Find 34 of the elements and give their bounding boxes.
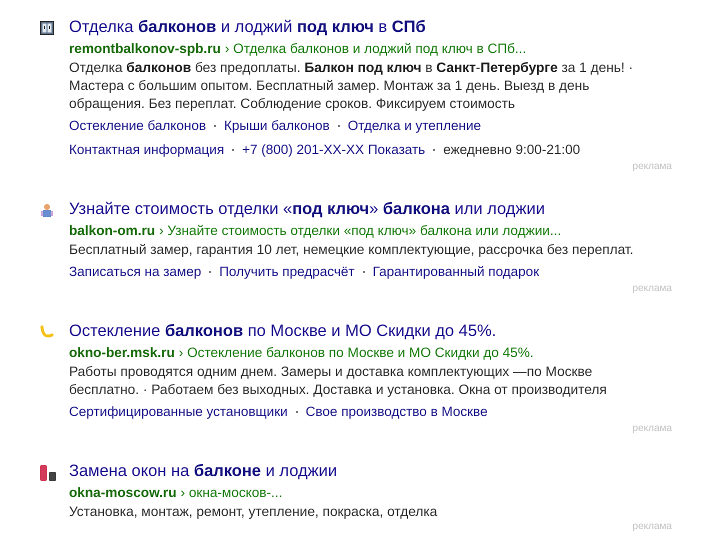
ad-description: Установка, монтаж, ремонт, утепление, покраска, отделка xyxy=(69,503,438,521)
path-link[interactable]: › Узнайте стоимость отделки «под ключ» балкона или лоджии... xyxy=(159,221,562,240)
domain-link[interactable]: okno-ber.msk.ru xyxy=(69,343,175,362)
ad-label: реклама xyxy=(632,423,672,435)
path-link[interactable]: › Остекление балконов по Москве и МО Скидки до 45%. xyxy=(178,343,534,362)
ad-description: Работы проводятся одним днем. Замеры и доставка комплектующих —по Москве бесплатно. · Работаем без выходных. Доставка и установка. Окна от производителя xyxy=(69,363,608,399)
ad-label: реклама xyxy=(632,161,672,173)
sitelink[interactable]: Получить предрасчёт xyxy=(219,261,355,283)
sitelink[interactable]: Крыши балконов xyxy=(224,115,330,137)
sitelink[interactable]: Свое производство в Москве xyxy=(306,401,488,423)
contact-link[interactable]: Контактная информация xyxy=(69,139,224,161)
sitelink[interactable]: Гарантированный подарок xyxy=(372,261,540,283)
path-link[interactable]: › окна-москов-... xyxy=(180,483,282,502)
contact-link[interactable]: +7 (800) 201-XX-XX Показать xyxy=(242,139,426,161)
ad-title[interactable]: Замена окон на балконе и лоджии xyxy=(69,459,338,483)
path-link[interactable]: › Отделка балконов и лоджий под ключ в СПб... xyxy=(224,39,526,58)
domain-link[interactable]: balkon-om.ru xyxy=(69,221,156,240)
blocks-icon xyxy=(40,465,56,481)
ad-label: реклама xyxy=(632,283,672,295)
working-hours: ежедневно 9:00-21:00 xyxy=(443,141,580,159)
domain-link[interactable]: remontbalkonov-spb.ru xyxy=(69,39,221,58)
sitelink[interactable]: Остекление балконов xyxy=(69,115,206,137)
figure-icon xyxy=(40,203,54,219)
window-icon xyxy=(40,21,54,35)
ad-title[interactable]: Узнайте стоимость отделки «под ключ» балкона или лоджии xyxy=(69,197,545,221)
sitelink[interactable]: Сертифицированные установщики xyxy=(69,401,288,423)
ad-title[interactable]: Остекление балконов по Москве и МО Скидки до 45%. xyxy=(69,319,496,343)
ad-title[interactable]: Отделка балконов и лоджий под ключ в СПб xyxy=(69,15,426,39)
ad-label: реклама xyxy=(632,521,672,533)
ad-description: Отделка балконов без предоплаты. Балкон под ключ в Санкт-Петербурге за 1 день! · Мастера с большим опытом. Бесплатный замер. Монтаж за 1 день. Выезд в день обращения. Без переплат. Соблюдение сроков. Фиксируем стоимость xyxy=(69,59,634,113)
sitelink[interactable]: Отделка и утепление xyxy=(348,115,482,137)
domain-link[interactable]: okna-moscow.ru xyxy=(69,483,177,502)
ad-description: Бесплатный замер, гарантия 10 лет, немецкие комплектующие, рассрочка без переплат. xyxy=(69,241,634,259)
sitelink[interactable]: Записаться на замер xyxy=(69,261,202,283)
